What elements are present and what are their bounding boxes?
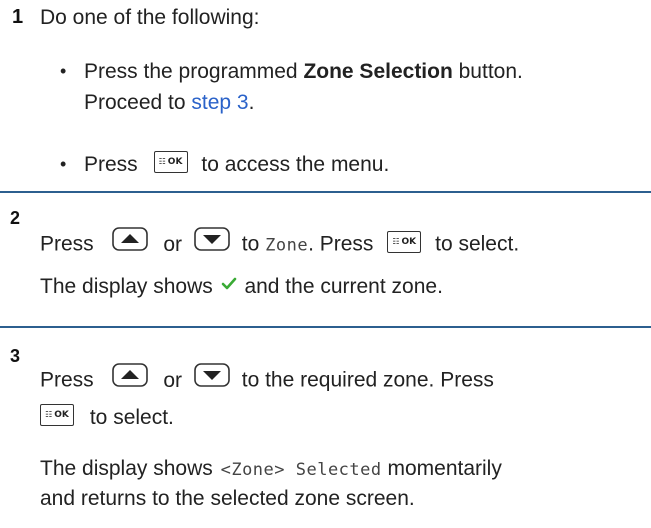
display-shows-text: The display shows	[40, 275, 213, 298]
menu-ok-icon: ☷ OK	[387, 231, 422, 253]
momentarily-text: momentarily	[387, 457, 502, 480]
ok-glyph-label: OK	[54, 410, 69, 421]
menu-ok-icon: ☷ OK	[40, 404, 74, 427]
step-1-intro: Do one of the following:	[40, 6, 260, 29]
step-2-line1: Press or to Zone. Press ☷ OK to select.	[40, 227, 520, 260]
press-text: Press	[40, 368, 94, 392]
zone-selected-message: <Zone> Selected	[220, 460, 382, 480]
nav-down-icon	[194, 227, 230, 257]
or-text: or	[163, 232, 183, 256]
press-text: Press	[40, 232, 94, 256]
nav-down-icon	[194, 363, 230, 393]
menu-ok-icon: ☷ OK	[153, 151, 188, 174]
bullet: •	[60, 154, 67, 174]
step-3-line4: and returns to the selected zone screen.	[40, 487, 415, 510]
step-number-1: 1	[12, 6, 24, 28]
step-3-line3: The display shows <Zone> Selected moment…	[40, 457, 502, 481]
zone-menu-item: Zone	[265, 235, 309, 256]
option-a-line2: Proceed to step 3.	[84, 91, 254, 115]
grid-glyph: ☷	[45, 410, 53, 420]
to-required-zone-text: to the required zone. Press	[241, 368, 494, 392]
step-divider	[0, 326, 651, 328]
press-text: . Press	[308, 232, 374, 256]
ok-glyph-label: OK	[167, 157, 183, 168]
ok-glyph-label: OK	[401, 237, 417, 247]
option-a-text-end: button.	[452, 60, 523, 83]
display-shows-text: The display shows	[40, 457, 213, 480]
zone-selection-label: Zone Selection	[303, 60, 453, 83]
access-menu-text: to access the menu.	[201, 153, 390, 176]
nav-up-icon	[111, 363, 148, 393]
step-3-line2: ☷ OK to select.	[40, 404, 174, 430]
to-text: to	[241, 232, 260, 256]
option-a-text: Press the programmed	[84, 60, 304, 83]
nav-up-icon	[111, 227, 148, 257]
press-text: Press	[84, 153, 138, 176]
select-text: to select.	[89, 406, 174, 429]
grid-glyph: ☷	[158, 157, 166, 167]
step-3-line1: Press or to the required zone. Press	[40, 363, 494, 396]
step-2-line2: The display shows and the current zone.	[40, 275, 443, 299]
step-number-2: 2	[10, 208, 21, 228]
checkmark-icon	[221, 273, 237, 297]
step-3-link[interactable]: step 3	[191, 91, 248, 114]
bullet: •	[60, 61, 67, 81]
proceed-text: Proceed to	[84, 91, 192, 114]
step-number-3: 3	[10, 346, 21, 366]
grid-glyph: ☷	[392, 237, 400, 246]
select-text: to select.	[435, 232, 520, 256]
period: .	[248, 91, 255, 114]
or-text: or	[163, 368, 183, 392]
option-b-line: Press ☷ OK to access the menu.	[84, 151, 390, 177]
step-divider	[0, 191, 651, 193]
current-zone-text: and the current zone.	[244, 275, 443, 298]
option-a-line1: Press the programmed Zone Selection butt…	[84, 60, 523, 84]
